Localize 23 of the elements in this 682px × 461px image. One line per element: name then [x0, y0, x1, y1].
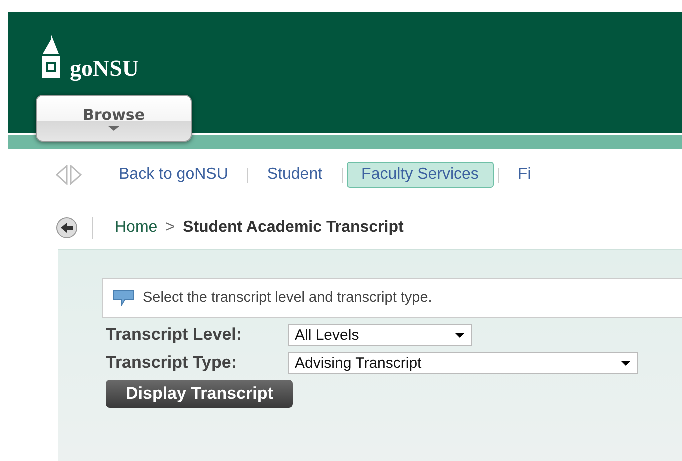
breadcrumb-separator: > [166, 219, 176, 237]
dropdown[interactable]: All Levels [288, 324, 472, 346]
browse-button[interactable]: Browse [36, 95, 192, 142]
logo-text: goNSU [70, 57, 140, 80]
tower-logo-icon [40, 34, 62, 80]
field-label: Transcript Level: [106, 325, 244, 345]
caret-icon [108, 126, 120, 131]
message-text: Select the transcript level and transcript type. [143, 290, 432, 306]
speech-bubble-icon [113, 290, 135, 306]
nav-tab[interactable]: Back to goNSU [104, 162, 244, 188]
display-transcript-button[interactable]: Display Transcript [106, 380, 294, 408]
home-link[interactable]: Home [115, 219, 158, 237]
back-icon[interactable] [56, 217, 78, 239]
nav-tab[interactable]: Faculty Services [346, 162, 494, 188]
caret-icon [455, 332, 465, 338]
page-title: Student Academic Transcript [183, 219, 404, 237]
back-arrow-icon[interactable] [56, 165, 68, 185]
caret-icon [621, 360, 631, 366]
nav-tab[interactable]: Student [252, 162, 338, 188]
dropdown[interactable]: Advising Transcript [288, 352, 638, 374]
nav-tab[interactable]: Fi [502, 162, 546, 188]
field-label: Transcript Type: [106, 353, 238, 373]
forward-arrow-icon[interactable] [70, 165, 82, 185]
